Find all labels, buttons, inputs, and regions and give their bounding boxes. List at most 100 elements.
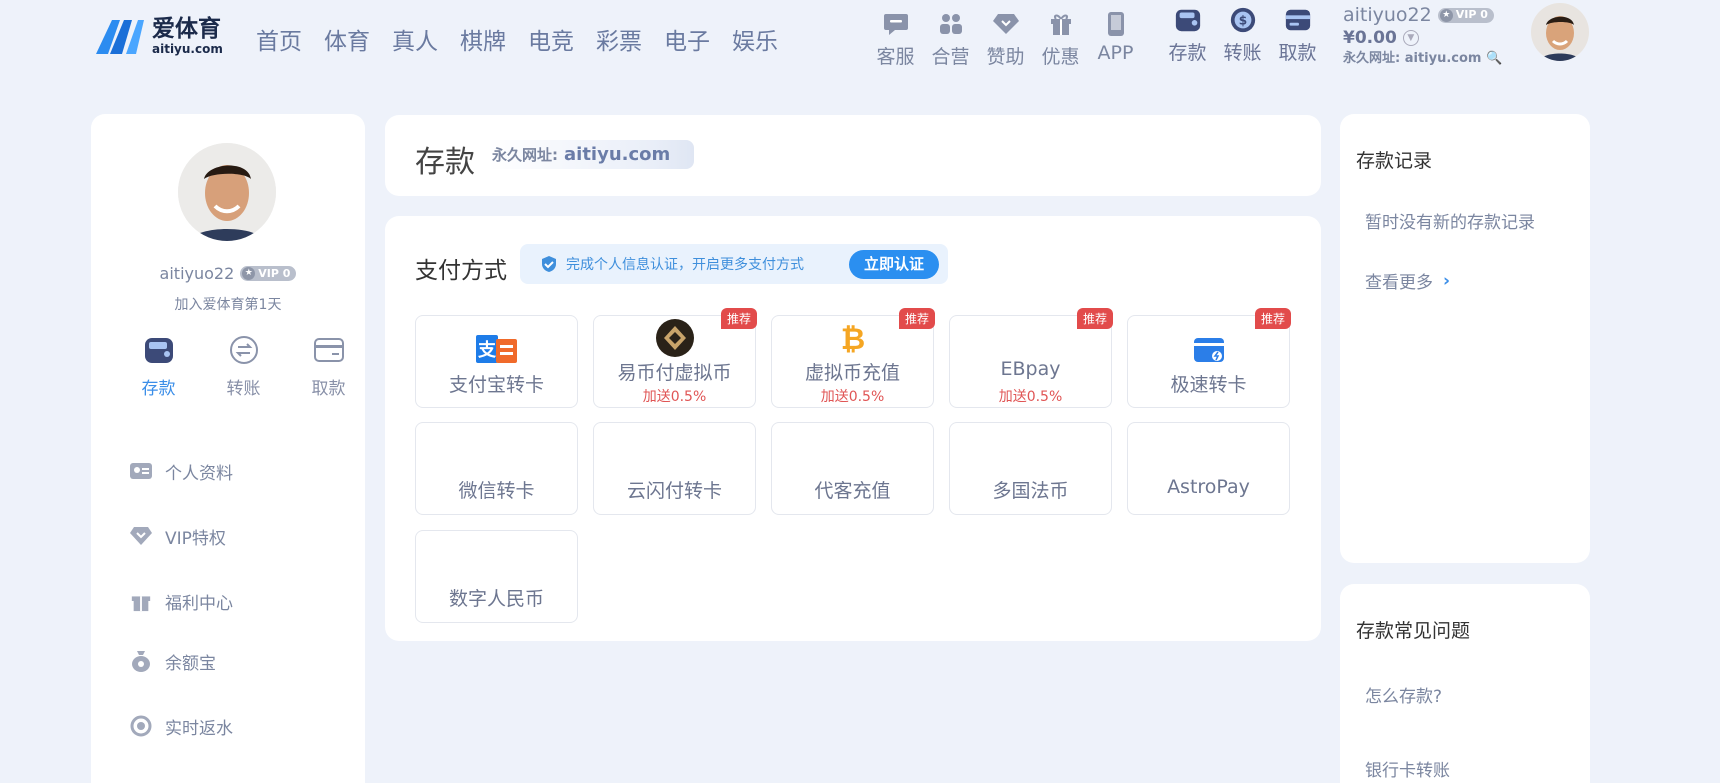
method-name: 多国法币 xyxy=(992,480,1069,502)
sidebar-transfer[interactable]: 转账 xyxy=(201,334,286,399)
gift-icon xyxy=(129,589,153,613)
nav-home[interactable]: 首页 xyxy=(256,22,302,56)
tool-support[interactable]: 客服 xyxy=(868,10,923,69)
sidebar-username: aitiyuo22 xyxy=(159,264,235,283)
transfer-coin-icon: $ xyxy=(1229,6,1257,34)
nav-slots[interactable]: 电子 xyxy=(664,22,710,56)
recommended-badge: 推荐 xyxy=(720,308,757,329)
money-bag-icon xyxy=(129,649,153,673)
method-astropay[interactable]: AstroPay xyxy=(1127,422,1290,515)
sidebar-item-rebate[interactable]: 实时返水 xyxy=(129,714,233,739)
method-ebpay[interactable]: 推荐 EBpay 加送0.5% xyxy=(949,308,1113,408)
sidebar-item-vip[interactable]: VIP特权 xyxy=(129,524,233,549)
method-digital-rmb[interactable]: 数字人民币 xyxy=(415,530,578,623)
svg-text:支: 支 xyxy=(477,339,497,361)
recommended-badge: 推荐 xyxy=(898,308,935,329)
verify-text: 完成个人信息认证，开启更多支付方式 xyxy=(566,257,804,273)
url-value: aitiyu.com xyxy=(564,144,671,165)
header-deposit[interactable]: 存款 xyxy=(1160,6,1215,65)
wallet-icon xyxy=(1174,6,1202,34)
method-name: 极速转卡 xyxy=(1170,374,1247,396)
method-alipay[interactable]: 支 支付宝转卡 xyxy=(415,315,578,408)
tool-app-label: APP xyxy=(1097,42,1134,64)
tool-promotions[interactable]: 优惠 xyxy=(1033,10,1088,69)
section-title: 支付方式 xyxy=(415,258,507,284)
sidebar-item-profile[interactable]: 个人资料 xyxy=(129,459,233,484)
sidebar-withdraw-label: 取款 xyxy=(311,379,346,399)
header-tools: 客服 合营 赞助 优惠 APP xyxy=(868,10,1143,69)
logo-mark-icon xyxy=(96,20,144,54)
partners-icon xyxy=(937,10,965,38)
records-title: 存款记录 xyxy=(1356,150,1433,172)
sidebar-deposit-label: 存款 xyxy=(141,379,176,399)
method-name: EBpay xyxy=(1000,358,1061,380)
ebpay-coin-icon xyxy=(654,318,696,358)
bonus-text: 加送0.5% xyxy=(998,389,1063,405)
sidebar-item-label: VIP特权 xyxy=(165,528,226,549)
chat-icon xyxy=(882,10,910,38)
verify-now-button[interactable]: 立即认证 xyxy=(849,250,939,279)
nav-entertainment[interactable]: 娱乐 xyxy=(732,22,778,56)
sidebar-deposit[interactable]: 存款 xyxy=(116,334,201,399)
site-logo[interactable]: 爱体育 aitiyu.com xyxy=(94,16,223,56)
sidebar-item-welfare[interactable]: 福利中心 xyxy=(129,589,233,614)
header-transfer[interactable]: $ 转账 xyxy=(1215,6,1270,65)
header-withdraw[interactable]: 取款 xyxy=(1270,6,1325,65)
method-name: 支付宝转卡 xyxy=(448,374,544,396)
view-more-link[interactable]: 查看更多 › xyxy=(1365,268,1451,294)
svg-text:$: $ xyxy=(1238,14,1246,28)
fast-card-icon xyxy=(1188,330,1230,370)
profile-avatar xyxy=(178,143,276,241)
nav-live[interactable]: 真人 xyxy=(392,22,438,56)
method-agent[interactable]: 代客充值 xyxy=(771,422,934,515)
transfer-icon xyxy=(228,334,260,366)
sponsor-diamond-icon xyxy=(992,10,1020,38)
method-name: 代客充值 xyxy=(814,480,891,502)
id-card-icon xyxy=(129,459,153,483)
deposit-faq-panel: 存款常见问题 怎么存款? 银行卡转账 xyxy=(1340,584,1590,783)
search-icon[interactable]: 🔍 xyxy=(1486,51,1502,66)
method-ebpay-coin[interactable]: 推荐 易币付虚拟币 加送0.5% xyxy=(593,308,757,408)
method-unionpay[interactable]: 云闪付转卡 xyxy=(593,422,756,515)
join-days: 加入爱体育第1天 xyxy=(174,297,282,313)
nav-chess[interactable]: 棋牌 xyxy=(460,22,506,56)
chevron-right-icon: › xyxy=(1443,270,1451,291)
logo-domain: aitiyu.com xyxy=(152,41,223,56)
sidebar-item-yuebao[interactable]: 余额宝 xyxy=(129,649,233,674)
nav-lottery[interactable]: 彩票 xyxy=(596,22,642,56)
method-wechat[interactable]: 微信转卡 xyxy=(415,422,578,515)
nav-sports[interactable]: 体育 xyxy=(324,22,370,56)
nav-esports[interactable]: 电竞 xyxy=(528,22,574,56)
method-name: 数字人民币 xyxy=(448,588,544,610)
tool-sponsor-label: 赞助 xyxy=(986,46,1025,68)
gift-icon xyxy=(1047,10,1075,38)
shield-check-icon xyxy=(542,256,556,272)
verify-banner: 完成个人信息认证，开启更多支付方式 立即认证 xyxy=(520,244,948,284)
payment-methods-panel: 支付方式 完成个人信息认证，开启更多支付方式 立即认证 支 支付宝转卡 推荐 易… xyxy=(385,216,1321,641)
sidebar-vip-badge: ★ VIP 0 xyxy=(240,266,297,281)
tool-partners[interactable]: 合营 xyxy=(923,10,978,69)
vip-star-icon: ★ xyxy=(242,267,256,280)
rebate-icon xyxy=(129,714,153,738)
sidebar-item-label: 余额宝 xyxy=(165,653,216,674)
method-fast-card[interactable]: 推荐 极速转卡 xyxy=(1127,308,1291,408)
balance-dropdown-icon[interactable]: ▼ xyxy=(1402,30,1419,47)
bonus-text: 加送0.5% xyxy=(642,389,707,405)
sidebar-withdraw[interactable]: 取款 xyxy=(286,334,371,399)
sidebar-vip-level: VIP 0 xyxy=(258,267,291,280)
method-crypto[interactable]: 推荐 ₿ 虚拟币充值 加送0.5% xyxy=(771,308,935,408)
faq-item[interactable]: 怎么存款? xyxy=(1365,682,1442,707)
faq-item[interactable]: 银行卡转账 xyxy=(1365,756,1450,781)
svg-text:₿: ₿ xyxy=(840,322,864,355)
tool-app[interactable]: APP xyxy=(1088,10,1143,69)
tool-sponsor[interactable]: 赞助 xyxy=(978,10,1033,69)
page-title: 存款 xyxy=(415,145,475,180)
method-fiat[interactable]: 多国法币 xyxy=(949,422,1112,515)
vip-level: VIP 0 xyxy=(1455,8,1488,22)
method-name: 虚拟币充值 xyxy=(804,362,900,384)
recommended-badge: 推荐 xyxy=(1254,308,1291,329)
withdraw-card-icon xyxy=(1284,6,1312,34)
records-empty-text: 暂时没有新的存款记录 xyxy=(1365,213,1535,233)
recommended-badge: 推荐 xyxy=(1076,308,1113,329)
avatar[interactable] xyxy=(1531,3,1589,61)
